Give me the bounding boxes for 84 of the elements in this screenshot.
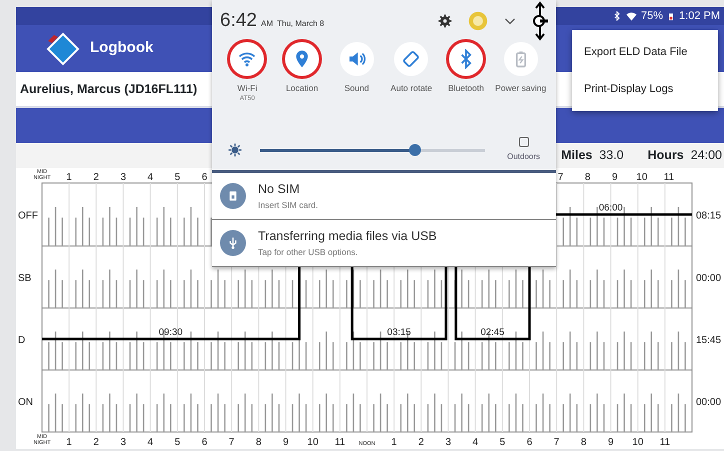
summary-stat: Hours 24:00	[648, 147, 722, 164]
logo-icon	[44, 30, 82, 66]
quick-toggle[interactable]	[449, 42, 484, 76]
hour-label: 4	[148, 437, 154, 448]
hour-label: 10	[636, 172, 648, 183]
toggle-label: Wi-Fi	[237, 84, 258, 94]
driver-name: Aurelius, Marcus (JD16FL111)	[20, 80, 198, 98]
duration-label: 03:15	[387, 327, 411, 338]
settings-icon[interactable]	[438, 14, 452, 28]
menu-item[interactable]: Print-Display Logs	[572, 70, 718, 107]
checkbox-label: Outdoors	[507, 151, 540, 163]
toggle-label: Sound	[344, 84, 369, 94]
hour-label: 4	[148, 172, 154, 183]
hour-label: 3	[120, 437, 126, 448]
notification-title: No SIM	[258, 181, 301, 198]
battery-level: 75%	[641, 8, 664, 24]
hour-label: 9	[282, 437, 289, 448]
app-title: Logbook	[90, 38, 154, 58]
notification-card[interactable]: No SIM Insert SIM card.	[212, 173, 556, 220]
hour-label: 11	[660, 437, 670, 448]
date: Thu, March 8	[276, 18, 324, 30]
hour-label: 1	[66, 172, 72, 183]
hour-label: 9	[608, 437, 614, 448]
hour-label: 10	[307, 437, 318, 448]
hour-label: 7	[558, 172, 564, 183]
menu-item[interactable]: Export ELD Data File	[572, 34, 718, 70]
hour-label: 10	[632, 437, 644, 448]
quick-toggle[interactable]	[340, 42, 374, 76]
summary-stat: Miles 33.0	[561, 147, 624, 164]
row-label: ON	[18, 397, 33, 408]
hour-label: 7	[228, 437, 234, 448]
row-label: OFF	[18, 210, 38, 222]
move-cursor-icon	[532, 1, 548, 41]
wifi-icon	[626, 10, 637, 22]
hour-label: 9	[612, 172, 618, 183]
clock: 1:02 PM	[679, 8, 720, 24]
duration-label: 06:00	[598, 202, 623, 214]
hour-label: 3	[445, 437, 452, 448]
hour-label: 11	[664, 172, 674, 183]
hour-label: 5	[174, 437, 180, 448]
hour-label: 11	[334, 437, 346, 448]
hour-label: 8	[584, 172, 590, 183]
duration-label: 09:30	[158, 327, 183, 338]
toggle-label: Auto rotate	[390, 84, 432, 94]
hour-label: 8	[256, 437, 262, 448]
hour-label: 1	[66, 437, 72, 448]
hour-label: 4	[472, 437, 478, 448]
hour-label: 2	[93, 172, 99, 183]
clock: 6:42	[220, 8, 257, 33]
hour-label: 7	[554, 437, 560, 448]
notification-card[interactable]: Transferring media files via USB Tap for other USB options.	[212, 220, 556, 267]
quick-toggle[interactable]	[285, 42, 319, 76]
outdoors-checkbox[interactable]	[518, 137, 529, 147]
duration-label: 02:45	[480, 327, 504, 338]
row-total: 00:00	[696, 397, 722, 408]
notification-text: Insert SIM card.	[258, 199, 318, 212]
hour-label: 8	[580, 437, 586, 448]
notification-text: Tap for other USB options.	[258, 246, 359, 259]
row-total: 08:15	[696, 210, 722, 222]
hour-label: 6	[202, 172, 208, 183]
hour-label: 5	[174, 172, 180, 183]
hour-label: 2	[418, 437, 424, 448]
am-pm: AM	[260, 18, 273, 30]
hour-label: 1	[391, 437, 397, 448]
row-label: D	[18, 335, 26, 346]
toggle-label: Power saving	[495, 84, 546, 94]
brightness-icon	[228, 143, 242, 157]
hour-label: 2	[93, 437, 99, 448]
hour-label: 5	[500, 437, 506, 448]
quick-toggle[interactable]	[230, 42, 264, 76]
toggle-label: Location	[286, 84, 318, 94]
toggle-label: Bluetooth	[448, 84, 484, 94]
rotate-icon	[401, 49, 422, 69]
bluetooth-icon	[612, 11, 622, 21]
battery-icon	[667, 10, 676, 22]
hour-label: 6	[202, 437, 208, 448]
hour-label: 6	[526, 437, 532, 448]
hour-label: 3	[120, 172, 126, 183]
notification-title: Transferring media files via USB	[258, 228, 437, 246]
row-total: 00:00	[696, 273, 722, 284]
quick-toggle[interactable]	[504, 42, 538, 76]
row-total: 15:45	[696, 335, 722, 346]
row-label: SB	[18, 273, 32, 284]
quick-toggle[interactable]	[394, 42, 428, 76]
